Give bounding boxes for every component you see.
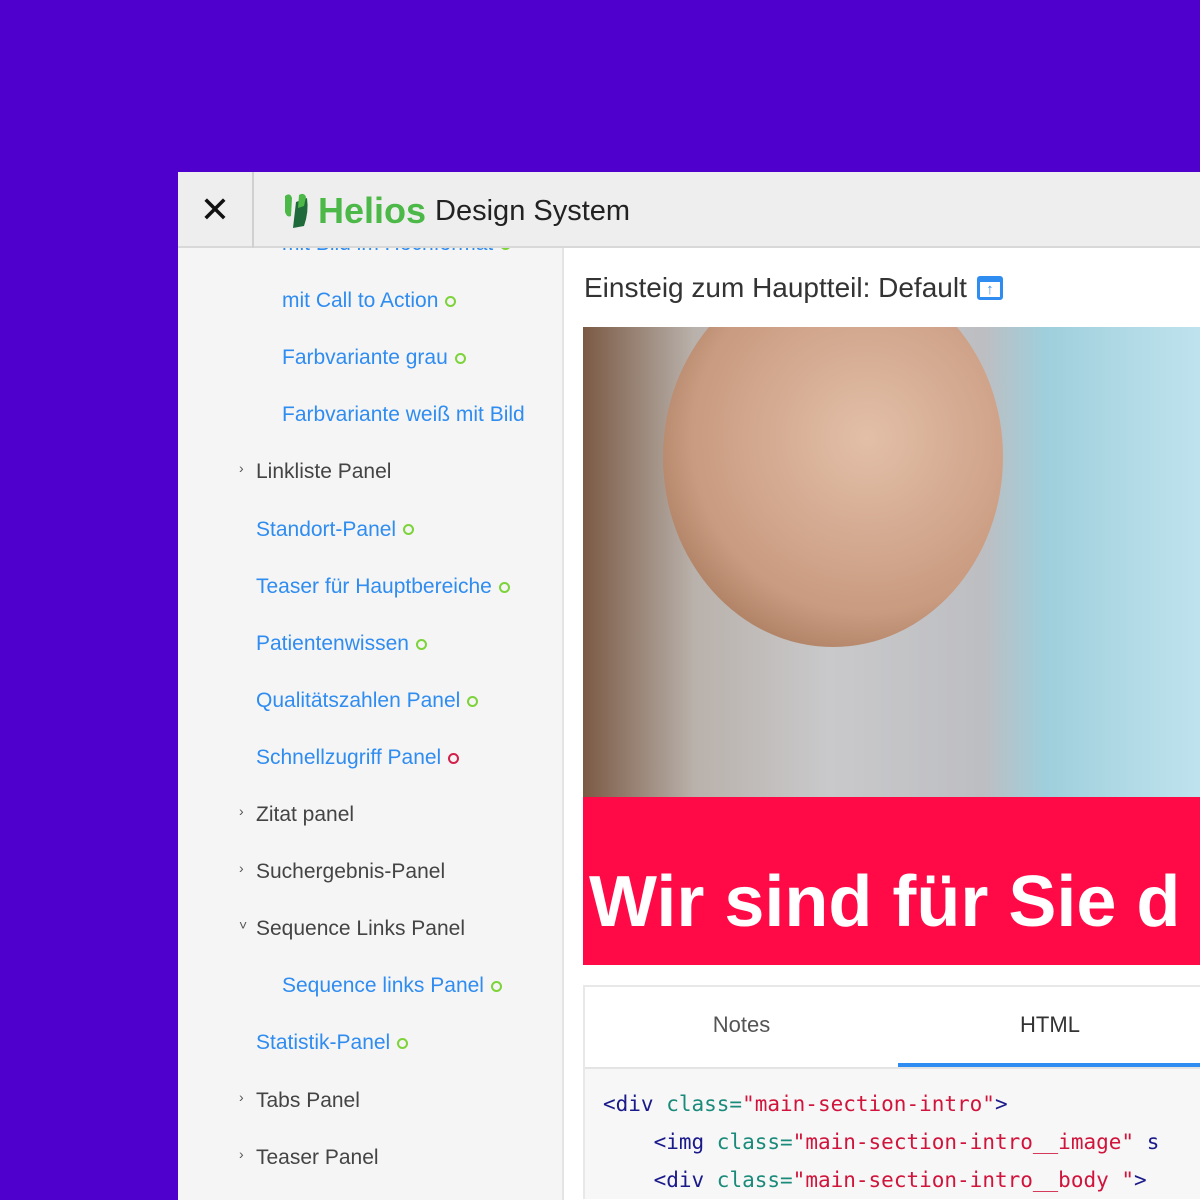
- sidebar-item-label: Schnellzugriff Panel: [256, 745, 442, 769]
- code-line: <img class="main-section-intro__image" s: [603, 1123, 1182, 1161]
- code-token: "main-section-intro__image": [792, 1130, 1135, 1154]
- sidebar-item-label: Tabs Panel: [256, 1088, 360, 1112]
- sidebar-item-label: Zitat panel: [256, 803, 355, 826]
- chevron-right-icon[interactable]: ›: [239, 1146, 244, 1162]
- sidebar-item[interactable]: ˅ Sequence Links Panel: [239, 917, 465, 941]
- open-external-icon[interactable]: ↑: [976, 276, 1003, 300]
- sidebar-item-label: Teaser für Hauptbereiche: [256, 574, 492, 598]
- code-token: <img: [653, 1130, 705, 1154]
- sidebar-item-label: Farbvariante grau: [282, 346, 448, 370]
- status-dot-icon: [397, 1038, 409, 1050]
- preview-banner: Wir sind für Sie d: [583, 797, 1200, 965]
- sidebar-item-label: mit Call to Action: [282, 289, 439, 313]
- sidebar-item-label: Statistik-Panel: [256, 1031, 391, 1055]
- sidebar-item-label: mit Bild im Hochformat: [282, 248, 493, 255]
- sidebar-item-label: Suchergebnis-Panel: [256, 860, 446, 884]
- header: ✕ Helios Design System: [178, 172, 1200, 248]
- sidebar-item[interactable]: mit Call to Action: [282, 289, 457, 313]
- code-line: <div class="main-section-intro">: [603, 1085, 1182, 1123]
- code-token: "main-section-intro": [742, 1092, 995, 1116]
- sidebar-item[interactable]: › Suchergebnis-Panel: [239, 860, 446, 884]
- sidebar-item[interactable]: Teaser für Hauptbereiche: [256, 575, 510, 599]
- code-token: >: [994, 1092, 1008, 1116]
- design-system-window: ✕ Helios Design System mit Bild im Hochf…: [178, 172, 1200, 1200]
- sidebar-item[interactable]: Standort-Panel: [256, 517, 415, 542]
- page-title-text: Einsteig zum Hauptteil: Default: [584, 272, 967, 303]
- tab-html[interactable]: HTML: [898, 987, 1200, 1067]
- status-dot-icon: [467, 695, 479, 707]
- main-content: Einsteig zum Hauptteil: Default ↑ Wir si…: [564, 248, 1200, 1200]
- sidebar-item-label: Patientenwissen: [256, 631, 409, 655]
- status-dot-icon: [403, 524, 415, 536]
- tab-notes[interactable]: Notes: [585, 987, 898, 1067]
- sidebar-item[interactable]: › Zitat panel: [239, 803, 355, 827]
- sidebar-item[interactable]: Sequence links Panel: [282, 974, 502, 998]
- sidebar-item[interactable]: › Tabs Panel: [239, 1088, 360, 1113]
- status-dot-icon: [448, 752, 460, 764]
- sidebar-item[interactable]: Patientenwissen: [256, 632, 427, 656]
- sidebar-item-label: Sequence Links Panel: [256, 917, 465, 941]
- status-dot-icon: [454, 353, 466, 365]
- sidebar-item[interactable]: Statistik-Panel: [256, 1031, 409, 1055]
- brand-subtitle: Design System: [435, 194, 631, 227]
- code-panel: Notes HTML <div class="main-section-intr…: [583, 985, 1200, 1199]
- sidebar-item[interactable]: Qualitätszahlen Panel: [256, 688, 479, 713]
- code-token: <div: [603, 1092, 654, 1116]
- code-token: >: [1134, 1168, 1147, 1192]
- chevron-right-icon[interactable]: ›: [239, 860, 244, 876]
- sidebar-item-label: Linkliste Panel: [256, 460, 392, 484]
- code-token: "main-section-intro__body ": [792, 1168, 1135, 1192]
- sidebar-item[interactable]: Schnellzugriff Panel: [256, 745, 460, 770]
- code-token: <div: [653, 1168, 705, 1192]
- code-token: class=: [653, 1092, 743, 1116]
- chevron-right-icon[interactable]: ›: [239, 803, 244, 819]
- status-dot-icon: [500, 248, 512, 250]
- preview-image: [583, 327, 1200, 797]
- sidebar-item-label: Teaser Panel: [256, 1145, 379, 1169]
- logo[interactable]: Helios Design System: [282, 190, 630, 232]
- brand-name: Helios: [318, 190, 427, 231]
- sidebar-nav: mit Bild im Hochformat mit Call to Action…: [178, 248, 564, 1200]
- sidebar-item[interactable]: › Teaser Panel: [239, 1145, 379, 1170]
- sidebar-item-label: Standort-Panel: [256, 517, 397, 541]
- chevron-down-icon[interactable]: ˅: [239, 917, 247, 933]
- close-icon: ✕: [199, 189, 231, 231]
- sidebar-item[interactable]: Farbvariante grau: [282, 346, 466, 370]
- sidebar-item-label: Qualitätszahlen Panel: [256, 688, 461, 712]
- status-dot-icon: [490, 981, 502, 993]
- page-title: Einsteig zum Hauptteil: Default ↑: [584, 272, 1003, 304]
- person-photo: [663, 327, 1003, 647]
- code-block: <div class="main-section-intro"> <img cl…: [585, 1067, 1200, 1199]
- sidebar-item-label: Sequence links Panel: [282, 974, 484, 998]
- code-line: <div class="main-section-intro__body ">: [603, 1161, 1182, 1199]
- close-button[interactable]: ✕: [178, 172, 254, 248]
- status-dot-icon: [498, 581, 510, 593]
- status-dot-icon: [415, 638, 427, 650]
- chevron-right-icon[interactable]: ›: [239, 1089, 244, 1105]
- code-token: class=: [704, 1130, 793, 1154]
- sidebar-item[interactable]: mit Bild im Hochformat: [282, 248, 512, 256]
- sidebar-item-label: Farbvariante weiß mit Bild: [282, 403, 525, 427]
- status-dot-icon: [445, 296, 457, 308]
- sidebar-item[interactable]: Farbvariante weiß mit Bild: [282, 403, 525, 427]
- sidebar-item[interactable]: › Linkliste Panel: [239, 460, 392, 484]
- code-token: s: [1134, 1130, 1160, 1154]
- helios-logo-icon: [285, 193, 308, 228]
- chevron-right-icon[interactable]: ›: [239, 460, 244, 476]
- code-token: class=: [704, 1168, 793, 1192]
